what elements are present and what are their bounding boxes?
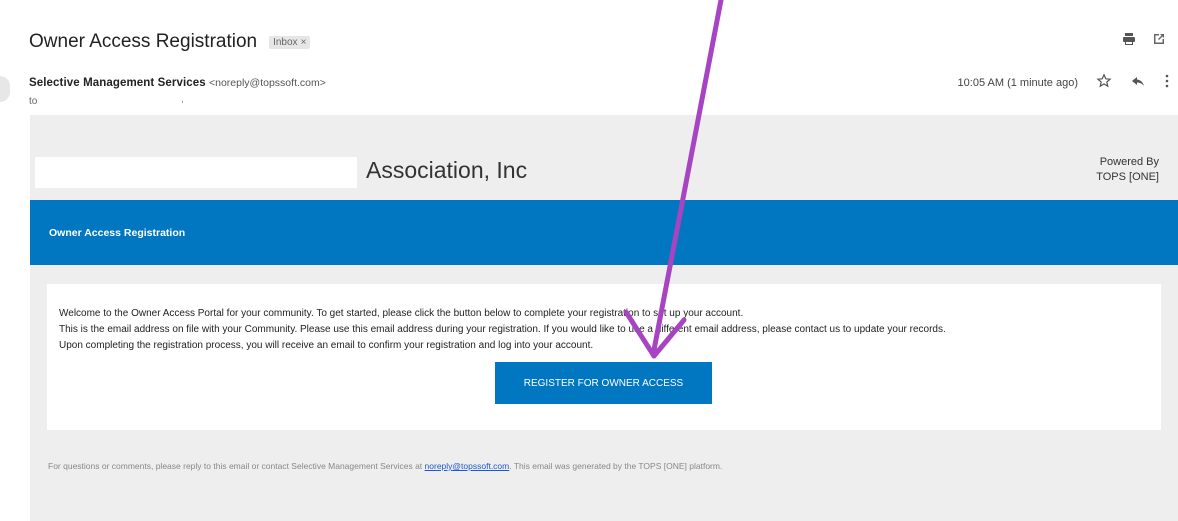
register-owner-access-button[interactable]: REGISTER FOR OWNER ACCESS: [495, 362, 712, 404]
email-content: Association, Inc Powered By TOPS [ONE] O…: [30, 115, 1178, 521]
sender-row: Selective Management Services <noreply@t…: [29, 77, 326, 89]
inbox-label-text: Inbox: [273, 36, 298, 48]
footer-note: For questions or comments, please reply …: [48, 461, 722, 471]
footer-post: . This email was generated by the TOPS […: [509, 461, 723, 471]
recipient-redacted: ,: [181, 94, 184, 105]
message-timestamp: 10:05 AM (1 minute ago): [957, 76, 1078, 89]
powered-by: Powered By TOPS [ONE]: [1096, 155, 1159, 185]
subject-row: Owner Access Registration Inbox ×: [29, 28, 311, 56]
paragraph-confirmation: Upon completing the registration process…: [59, 340, 594, 351]
sender-email: <noreply@topssoft.com>: [208, 77, 326, 89]
paragraph-welcome: Welcome to the Owner Access Portal for y…: [59, 308, 744, 319]
remove-label-icon[interactable]: ×: [301, 37, 307, 48]
footer-email-link[interactable]: noreply@topssoft.com: [425, 461, 510, 471]
sender-name[interactable]: Selective Management Services: [29, 77, 206, 89]
header-banner: Owner Access Registration: [30, 200, 1178, 265]
powered-by-line1: Powered By: [1099, 156, 1159, 168]
reply-icon[interactable]: [1130, 73, 1146, 92]
inbox-label-badge: Inbox ×: [269, 35, 311, 49]
footer-pre: For questions or comments, please reply …: [48, 461, 425, 471]
association-name: Association, Inc: [366, 157, 528, 183]
email-view: Owner Access Registration Inbox × Select…: [0, 0, 1178, 521]
email-subject: Owner Access Registration: [29, 31, 258, 52]
more-vert-icon[interactable]: [1164, 73, 1170, 92]
collapse-handle[interactable]: [0, 76, 10, 102]
message-card: Welcome to the Owner Access Portal for y…: [47, 284, 1161, 430]
paragraph-email-on-file: This is the email address on file with y…: [59, 324, 946, 335]
thread-actions: [1122, 32, 1166, 46]
open-in-new-window-icon[interactable]: [1152, 32, 1166, 46]
to-label: to: [29, 96, 38, 107]
banner-title: Owner Access Registration: [49, 227, 186, 239]
print-icon[interactable]: [1122, 32, 1136, 46]
association-logo-redacted: [35, 157, 357, 188]
star-icon[interactable]: [1096, 73, 1112, 92]
message-meta: 10:05 AM (1 minute ago): [958, 73, 1170, 92]
powered-by-line2: TOPS [ONE]: [1096, 171, 1159, 183]
recipient-row[interactable]: to ,: [29, 94, 184, 107]
